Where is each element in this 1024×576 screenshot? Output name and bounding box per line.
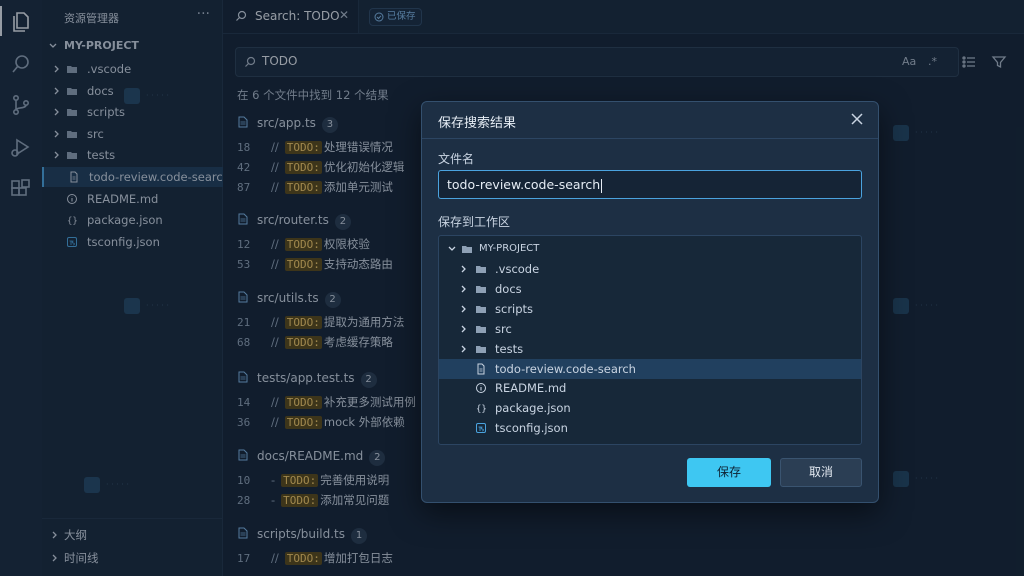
svg-text:{}: {} (476, 405, 487, 415)
workspace-label: 保存到工作区 (438, 215, 511, 229)
dialog-title: 保存搜索结果 (438, 116, 517, 131)
chevron-right-icon (461, 265, 466, 273)
ws-project-root[interactable]: MY-PROJECT (439, 239, 861, 259)
search-file-icon (477, 363, 485, 374)
folder-icon (476, 266, 486, 273)
info-file-icon (476, 383, 486, 394)
ts-file-icon (476, 423, 486, 434)
filename-input[interactable]: todo-review.code-search (438, 170, 862, 199)
filename-value: todo-review.code-search (447, 177, 601, 192)
ws-tree-item-label: scripts (495, 301, 534, 316)
ws-tree-item-label: README.md (495, 381, 567, 396)
ws-project-name: MY-PROJECT (479, 243, 540, 254)
ws-tree-item[interactable]: {} package.json (439, 398, 861, 418)
chevron-right-icon (461, 325, 466, 333)
chevron-right-icon (461, 285, 466, 293)
chevron-down-icon (448, 246, 456, 251)
ws-tree-item[interactable]: scripts (439, 299, 861, 319)
ws-tree-item[interactable]: src (439, 319, 861, 339)
ws-tree-item-label: todo-review.code-search (495, 361, 636, 376)
folder-icon (476, 325, 486, 333)
ws-tree-item-label: tests (495, 341, 524, 356)
folder-icon (476, 285, 486, 293)
cancel-button[interactable]: 取消 (780, 458, 862, 487)
workspace-tree: MY-PROJECT .vscode docs scripts src tests tod… (438, 235, 862, 445)
ws-tree-item-label: src (495, 321, 512, 336)
ws-tree-item[interactable]: tsconfig.json (439, 418, 861, 438)
ws-tree-item[interactable]: .vscode (439, 259, 861, 279)
save-search-dialog: 保存搜索结果 文件名 todo-review.code-search 保存到工作… (421, 101, 879, 503)
chevron-right-icon (461, 305, 466, 313)
save-button[interactable]: 保存 (687, 458, 771, 487)
ws-tree-item-label: package.json (495, 401, 571, 416)
chevron-right-icon (461, 345, 466, 353)
ws-tree-item[interactable]: todo-review.code-search (439, 358, 861, 379)
close-icon[interactable] (850, 112, 864, 126)
ws-tree-item[interactable]: tests (439, 339, 861, 359)
json-file-icon: {} (476, 405, 487, 415)
ws-tree-item[interactable]: docs (439, 279, 861, 299)
folder-icon (476, 345, 486, 353)
ws-tree-item-label: tsconfig.json (495, 421, 568, 436)
filename-label: 文件名 (438, 152, 475, 166)
ws-tree-item-label: .vscode (495, 262, 540, 276)
folder-icon (462, 246, 472, 253)
ws-tree-item-label: docs (495, 281, 522, 296)
folder-icon (476, 305, 486, 313)
ws-tree-item[interactable]: README.md (439, 378, 861, 398)
